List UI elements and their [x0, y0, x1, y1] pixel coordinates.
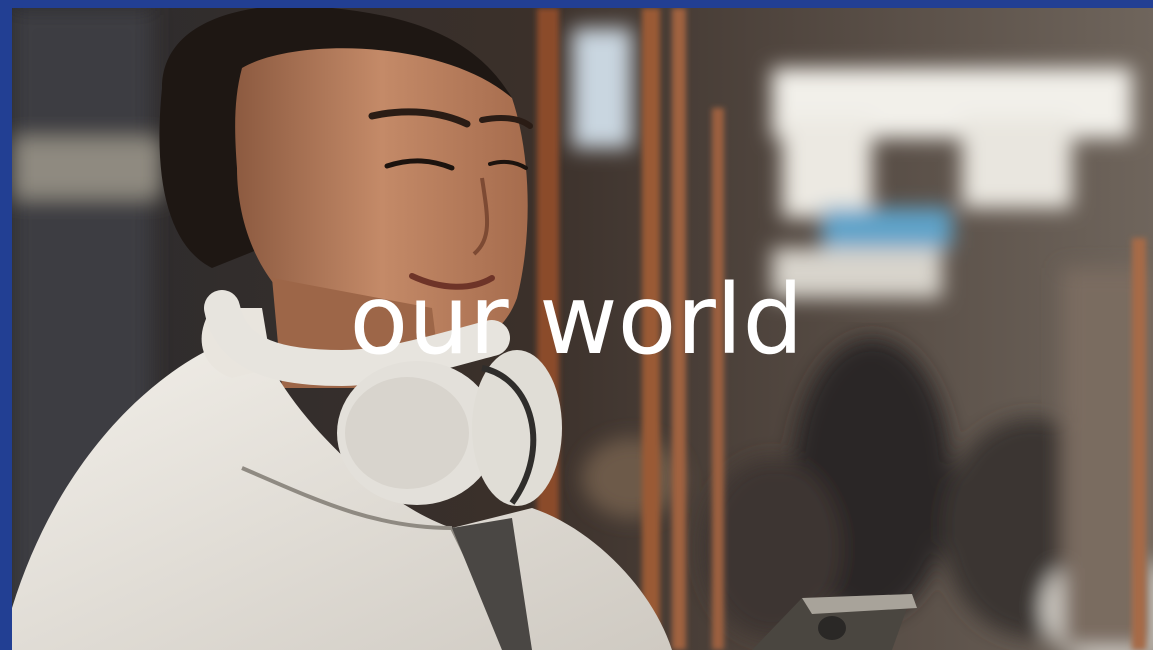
headline-label: our world: [349, 264, 804, 376]
video-frame: our world: [0, 0, 1153, 650]
headline-text: our world: [0, 272, 1153, 368]
